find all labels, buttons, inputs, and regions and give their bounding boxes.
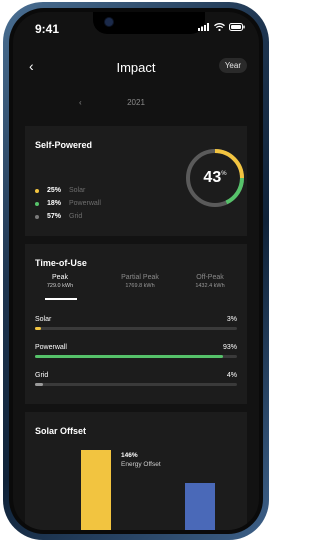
solar-offset-label: Energy Offset (121, 461, 161, 468)
bar-percent: 3% (226, 316, 237, 323)
battery-icon (229, 23, 245, 31)
legend-item-powerwall: 18% Powerwall (35, 197, 101, 210)
powerwall-dot-icon (35, 201, 39, 206)
phone-frame: 9:41 ‹ Impact Year ‹ 2021 Self-Powered 2… (3, 2, 269, 540)
self-powered-legend: 25% Solar 18% Powerwall 57% Grid (35, 184, 101, 223)
active-tab-indicator (45, 298, 77, 300)
solar-offset-percent: 146% (121, 452, 138, 459)
tab-label: Off-Peak (196, 274, 224, 281)
bar-label: Powerwall (35, 344, 67, 351)
current-year: 2021 (127, 98, 145, 107)
tou-bar-solar: Solar 3% (35, 316, 237, 332)
legend-name: Grid (69, 213, 83, 220)
bar-percent: 4% (226, 372, 237, 379)
tab-off-peak[interactable]: Off-Peak 1432.4 kWh (175, 274, 245, 289)
time-of-use-title: Time-of-Use (35, 258, 87, 268)
signal-icon (198, 23, 209, 31)
bar-fill (35, 355, 223, 358)
solar-dot-icon (35, 188, 39, 193)
phone-bezel: 9:41 ‹ Impact Year ‹ 2021 Self-Powered 2… (9, 8, 263, 534)
solar-offset-bar-solar (81, 450, 111, 530)
tab-value: 729.0 kWh (46, 283, 74, 289)
tab-peak[interactable]: Peak 729.0 kWh (25, 274, 95, 289)
legend-name: Solar (69, 187, 86, 194)
time-of-use-card: Time-of-Use Peak 729.0 kWh Partial Peak … (25, 244, 247, 404)
bar-fill (35, 383, 44, 386)
percent-unit: % (221, 171, 227, 177)
tab-value: 1432.4 kWh (195, 283, 225, 289)
solar-offset-card: Solar Offset 146% Energy Offset (25, 412, 247, 530)
status-icons (198, 23, 245, 31)
tou-bar-grid: Grid 4% (35, 372, 237, 388)
solar-offset-bar-usage (185, 482, 215, 530)
wifi-icon (214, 23, 225, 31)
self-powered-title: Self-Powered (35, 140, 93, 150)
legend-name: Powerwall (69, 200, 101, 207)
app-screen: 9:41 ‹ Impact Year ‹ 2021 Self-Powered 2… (13, 12, 259, 530)
bar-percent: 93% (222, 344, 237, 351)
self-powered-card: Self-Powered 25% Solar 18% Powerwall 57%… (25, 126, 247, 236)
tab-label: Partial Peak (121, 274, 159, 281)
self-powered-value: 43 (203, 169, 222, 186)
bar-label: Solar (35, 316, 52, 323)
year-navigator: ‹ 2021 (13, 98, 259, 114)
tab-value: 1769.8 kWh (125, 283, 155, 289)
bar-fill (35, 327, 42, 330)
legend-pct: 57% (47, 213, 62, 220)
period-selector-button[interactable]: Year (218, 58, 247, 73)
status-bar: 9:41 (13, 12, 259, 42)
self-powered-percent: 43% (183, 146, 247, 210)
legend-item-solar: 25% Solar (35, 184, 101, 197)
legend-item-grid: 57% Grid (35, 210, 101, 223)
time-of-use-tabs: Peak 729.0 kWh Partial Peak 1769.8 kWh O… (25, 274, 247, 304)
solar-offset-summary: 146% Energy Offset (121, 452, 161, 468)
tab-label: Peak (52, 274, 68, 281)
bar-track (35, 383, 237, 386)
solar-offset-title: Solar Offset (35, 426, 87, 436)
tou-bar-powerwall: Powerwall 93% (35, 344, 237, 360)
grid-dot-icon (35, 214, 39, 219)
header: ‹ Impact Year (13, 56, 259, 80)
legend-pct: 18% (47, 200, 62, 207)
bar-track (35, 355, 237, 358)
tab-partial-peak[interactable]: Partial Peak 1769.8 kWh (105, 274, 175, 289)
legend-pct: 25% (47, 187, 62, 194)
status-time: 9:41 (35, 22, 60, 36)
bar-label: Grid (35, 372, 49, 379)
bar-track (35, 327, 237, 330)
